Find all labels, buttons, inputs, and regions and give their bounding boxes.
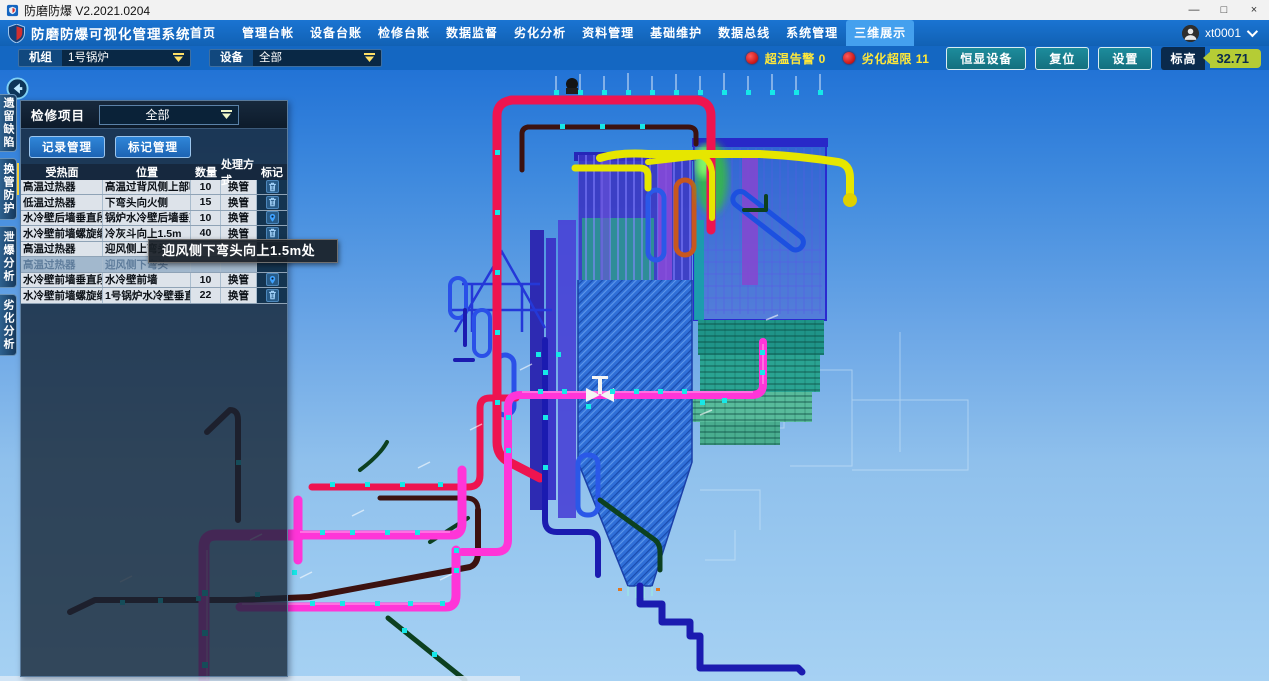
side-tab-degradation-analysis[interactable]: 劣化分析 — [0, 294, 17, 356]
nav-home[interactable]: 首页 — [172, 20, 234, 46]
col-quantity: 数量 — [191, 164, 221, 180]
device-label: 设备 — [210, 50, 253, 66]
minimize-button[interactable]: — — [1179, 0, 1209, 20]
delete-mark-button[interactable] — [266, 227, 279, 240]
alarm-dot-icon — [746, 52, 758, 64]
dropdown-caret-icon — [173, 53, 184, 63]
degradation-alarm-indicator: 劣化超限 11 — [843, 50, 930, 67]
panel-header: 检修项目 全部 — [21, 101, 287, 129]
nav-system-management[interactable]: 系统管理 — [778, 20, 846, 46]
unit-select[interactable]: 1号锅炉 — [62, 50, 190, 66]
trash-icon — [268, 197, 277, 207]
locate-mark-button[interactable] — [266, 273, 279, 286]
delete-mark-button[interactable] — [266, 289, 279, 302]
overtemp-alarm-count: 0 — [819, 52, 826, 66]
alarm-dot-icon — [843, 52, 855, 64]
user-name: xt0001 — [1205, 26, 1241, 40]
col-mark: 标记 — [257, 164, 287, 180]
device-select-group: 设备 全部 — [209, 49, 382, 67]
table-row[interactable]: 低温过热器下弯头向火侧15换管 — [21, 195, 287, 211]
table-row[interactable]: 水冷壁前墙螺旋缎1号锅炉水冷壁垂直段5米22换管 — [21, 288, 287, 304]
dropdown-caret-icon — [364, 53, 375, 63]
overtemp-alarm-label: 超温告警 — [765, 52, 815, 66]
window-title: 防磨防爆 V2.2021.0204 — [24, 2, 150, 19]
panel-empty-area — [21, 304, 287, 665]
nav-equipment-ledger[interactable]: 设备台账 — [302, 20, 370, 46]
user-menu[interactable]: xt0001 — [1182, 20, 1255, 46]
record-management-button[interactable]: 记录管理 — [29, 136, 105, 158]
overtemp-alarm-indicator: 超温告警 0 — [746, 50, 826, 67]
repair-table: 受热面 位置 数量 处理方式 标记 高温过热器高温过背风侧上部吹灰器10换管 低… — [21, 164, 287, 304]
nav-degradation-analysis[interactable]: 劣化分析 — [506, 20, 574, 46]
nav-basic-maintenance[interactable]: 基础维护 — [642, 20, 710, 46]
device-select[interactable]: 全部 — [253, 50, 381, 66]
unit-label: 机组 — [19, 50, 62, 66]
3d-viewport[interactable]: 遗留缺陷 换管防护 泄爆分析 劣化分析 检修项目 全部 记录管理 标记管理 受热… — [0, 70, 1269, 681]
nav-document-management[interactable]: 资料管理 — [574, 20, 642, 46]
settings-button[interactable]: 设置 — [1098, 47, 1152, 70]
degradation-alarm-count: 11 — [916, 52, 930, 66]
location-pin-icon — [268, 213, 277, 223]
close-button[interactable]: × — [1239, 0, 1269, 20]
elevation-label: 标高 — [1161, 47, 1205, 70]
trash-icon — [268, 182, 277, 192]
window-titlebar: 防磨防爆 V2.2021.0204 — □ × — [0, 0, 1269, 20]
unit-select-group: 机组 1号锅炉 — [18, 49, 191, 67]
shield-logo-icon — [8, 24, 25, 43]
elevation-indicator: 标高 32.71 — [1161, 47, 1261, 70]
table-header-row: 受热面 位置 数量 处理方式 标记 — [21, 164, 287, 180]
maximize-button[interactable]: □ — [1209, 0, 1239, 20]
app-title: 防磨防爆可视化管理系统 — [31, 23, 191, 43]
locate-mark-button[interactable] — [266, 211, 279, 224]
position-tooltip: 迎风侧下弯头向上1.5m处 — [148, 239, 338, 263]
side-tab-explosion-analysis[interactable]: 泄爆分析 — [0, 226, 17, 288]
trash-icon — [268, 228, 277, 238]
delete-mark-button[interactable] — [266, 196, 279, 209]
nav-data-bus[interactable]: 数据总线 — [710, 20, 778, 46]
always-show-devices-button[interactable]: 恒显设备 — [946, 47, 1026, 70]
side-tab-legacy-defects[interactable]: 遗留缺陷 — [0, 94, 17, 152]
repair-item-select[interactable]: 全部 — [99, 105, 239, 125]
side-tab-tube-replacement[interactable]: 换管防护 — [0, 158, 17, 220]
table-row[interactable]: 水冷壁前墙垂直段水冷壁前墙10换管 — [21, 273, 287, 289]
user-avatar-icon — [1182, 25, 1199, 42]
app-header: 防磨防爆可视化管理系统 首页 管理台帐 设备台账 检修台账 数据监督 劣化分析 … — [0, 20, 1269, 46]
location-pin-icon — [268, 275, 277, 285]
trash-icon — [268, 290, 277, 300]
delete-mark-button[interactable] — [266, 180, 279, 193]
toolbar: 机组 1号锅炉 设备 全部 超温告警 0 劣化超限 11 恒显设备 复位 设置 … — [0, 46, 1269, 70]
dropdown-caret-icon — [221, 110, 232, 120]
col-treatment: 处理方式 — [221, 164, 257, 180]
brand: 防磨防爆可视化管理系统 — [8, 23, 191, 43]
table-row[interactable]: 高温过热器高温过背风侧上部吹灰器10换管 — [21, 180, 287, 196]
elevation-value: 32.71 — [1210, 49, 1261, 68]
main-nav: 首页 管理台帐 设备台账 检修台账 数据监督 劣化分析 资料管理 基础维护 数据… — [172, 20, 914, 46]
nav-maintenance-ledger[interactable]: 检修台账 — [370, 20, 438, 46]
col-heating-surface: 受热面 — [21, 164, 103, 180]
nav-data-supervision[interactable]: 数据监督 — [438, 20, 506, 46]
nav-management-ledger[interactable]: 管理台帐 — [234, 20, 302, 46]
table-row[interactable]: 水冷壁后墙垂直段锅炉水冷壁后墙垂直段左10换管 — [21, 211, 287, 227]
nav-3d-display[interactable]: 三维展示 — [846, 20, 914, 46]
filter-label: 检修项目 — [31, 105, 85, 124]
chevron-down-icon — [1247, 26, 1258, 37]
mark-management-button[interactable]: 标记管理 — [115, 136, 191, 158]
reset-view-button[interactable]: 复位 — [1035, 47, 1089, 70]
degradation-alarm-label: 劣化超限 — [862, 52, 912, 66]
repair-items-panel: 检修项目 全部 记录管理 标记管理 受热面 位置 数量 处理方式 标记 高温过热… — [20, 100, 288, 677]
col-position: 位置 — [103, 164, 191, 180]
app-icon — [6, 4, 19, 17]
